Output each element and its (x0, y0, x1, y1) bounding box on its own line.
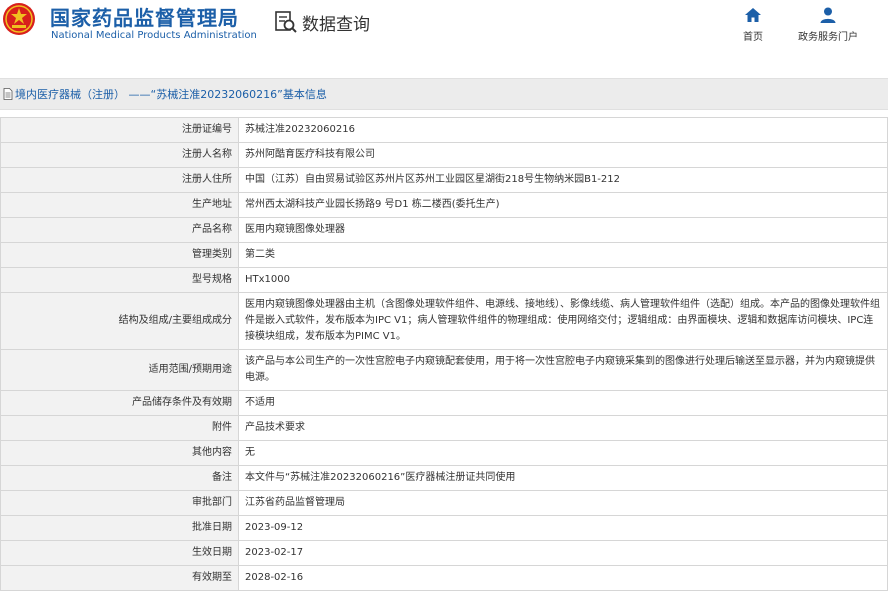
national-emblem-icon (3, 3, 35, 35)
nav-service-portal-label: 政务服务门户 (798, 32, 858, 43)
field-value: 不适用 (238, 390, 888, 416)
field-label: 产品名称 (0, 217, 239, 243)
field-label: 生产地址 (0, 192, 239, 218)
table-row: 产品名称 医用内窥镜图像处理器 (0, 217, 888, 243)
field-value: 中国（江苏）自由贸易试验区苏州片区苏州工业园区星湖街218号生物纳米园B1-21… (238, 167, 888, 193)
user-icon (820, 7, 836, 23)
field-label: 适用范围/预期用途 (0, 349, 239, 391)
table-row: 产品储存条件及有效期 不适用 (0, 390, 888, 416)
data-query-icon (275, 11, 297, 33)
field-label: 备注 (0, 465, 239, 491)
field-value: 江苏省药品监督管理局 (238, 490, 888, 516)
field-label: 批准日期 (0, 515, 239, 541)
table-row: 结构及组成/主要组成成分 医用内窥镜图像处理器由主机（含图像处理软件组件、电源线、… (0, 292, 888, 350)
field-value: 医用内窥镜图像处理器 (238, 217, 888, 243)
table-row: 管理类别 第二类 (0, 242, 888, 268)
field-value: 苏州阿酷育医疗科技有限公司 (238, 142, 888, 168)
field-value: 常州西太湖科技产业园长扬路9 号D1 栋二楼西(委托生产) (238, 192, 888, 218)
field-value: 第二类 (238, 242, 888, 268)
table-row: 型号规格 HTx1000 (0, 267, 888, 293)
page-title: 数据查询 (302, 15, 370, 35)
table-row: 生效日期 2023-02-17 (0, 540, 888, 566)
field-value: 该产品与本公司生产的一次性宫腔电子内窥镜配套使用，用于将一次性宫腔电子内窥镜采集… (238, 349, 888, 391)
field-label: 有效期至 (0, 565, 239, 591)
field-value: 本文件与“苏械注准20232060216”医疗器械注册证共同使用 (238, 465, 888, 491)
table-row: 注册证编号 苏械注准20232060216 (0, 117, 888, 143)
field-value: 产品技术要求 (238, 415, 888, 441)
table-row: 生产地址 常州西太湖科技产业园长扬路9 号D1 栋二楼西(委托生产) (0, 192, 888, 218)
field-label: 注册人住所 (0, 167, 239, 193)
breadcrumb: 境内医疗器械（注册） ——“苏械注准20232060216”基本信息 (0, 78, 888, 110)
table-row: 有效期至 2028-02-16 (0, 565, 888, 591)
brand-name-en: National Medical Products Administration (51, 30, 257, 41)
registration-info-table: 注册证编号 苏械注准20232060216 注册人名称 苏州阿酷育医疗科技有限公司 … (0, 117, 888, 591)
field-label: 产品储存条件及有效期 (0, 390, 239, 416)
field-label: 注册人名称 (0, 142, 239, 168)
field-label: 注册证编号 (0, 117, 239, 143)
table-row: 附件 产品技术要求 (0, 415, 888, 441)
table-row: 批准日期 2023-09-12 (0, 515, 888, 541)
table-row: 注册人住所 中国（江苏）自由贸易试验区苏州片区苏州工业园区星湖街218号生物纳米园… (0, 167, 888, 193)
field-label: 审批部门 (0, 490, 239, 516)
table-row: 注册人名称 苏州阿酷育医疗科技有限公司 (0, 142, 888, 168)
field-value: 医用内窥镜图像处理器由主机（含图像处理软件组件、电源线、接地线）、影像线缆、病人… (238, 292, 888, 350)
field-value: 2023-02-17 (238, 540, 888, 566)
field-value: 2023-09-12 (238, 515, 888, 541)
field-label: 生效日期 (0, 540, 239, 566)
table-row: 审批部门 江苏省药品监督管理局 (0, 490, 888, 516)
site-header: 国家药品监督管理局 National Medical Products Admi… (0, 0, 888, 58)
table-row: 适用范围/预期用途 该产品与本公司生产的一次性宫腔电子内窥镜配套使用，用于将一次性… (0, 349, 888, 391)
field-label: 型号规格 (0, 267, 239, 293)
field-label: 其他内容 (0, 440, 239, 466)
nav-home-label: 首页 (743, 32, 763, 43)
field-label: 结构及组成/主要组成成分 (0, 292, 239, 350)
field-value: 苏械注准20232060216 (238, 117, 888, 143)
table-row: 其他内容无 (0, 440, 888, 466)
field-value: 无 (238, 440, 888, 466)
field-value: 2028-02-16 (238, 565, 888, 591)
brand-name-cn: 国家药品监督管理局 (50, 6, 239, 30)
field-value: HTx1000 (238, 267, 888, 293)
breadcrumb-text: 境内医疗器械（注册） ——“苏械注准20232060216”基本信息 (15, 88, 327, 101)
document-icon (3, 88, 13, 100)
nav-home[interactable]: 首页 (736, 6, 770, 43)
field-label: 附件 (0, 415, 239, 441)
nav-service-portal[interactable]: 政务服务门户 (792, 6, 864, 43)
home-icon (745, 8, 761, 22)
table-row: 备注 本文件与“苏械注准20232060216”医疗器械注册证共同使用 (0, 465, 888, 491)
field-label: 管理类别 (0, 242, 239, 268)
